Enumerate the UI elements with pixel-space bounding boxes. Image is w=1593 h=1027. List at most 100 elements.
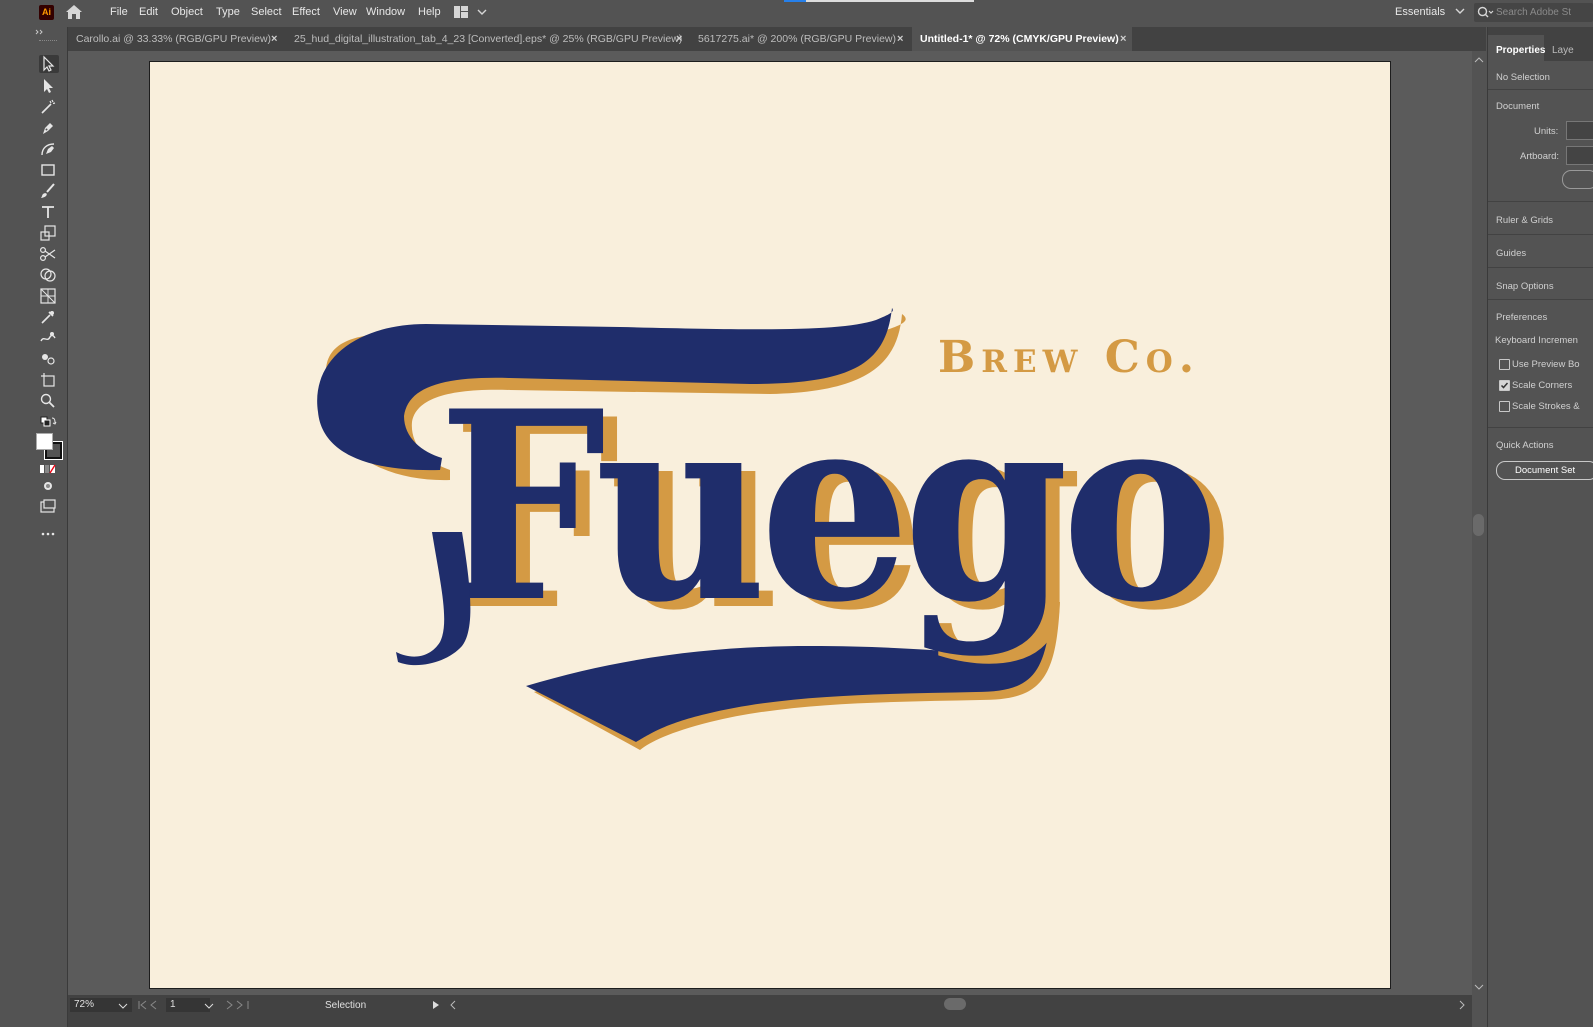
artboard-label: Artboard: [1520,151,1560,162]
scale-corners-checkbox[interactable] [1499,380,1510,391]
screen-mode-icon[interactable] [39,498,59,516]
blend-tool-icon[interactable] [39,329,59,347]
chevron-down-icon[interactable] [1472,983,1486,991]
tagline: Brew Co. [938,332,1200,383]
menu-bar: Ai File Edit Object Type Select Effect V… [0,0,1593,25]
scale-strokes-checkbox[interactable] [1499,401,1510,412]
use-preview-bounds-checkbox[interactable] [1499,359,1510,370]
menu-view[interactable]: View [333,6,357,18]
document-tabs: Carollo.ai @ 33.33% (RGB/GPU Preview) × … [68,27,1486,51]
shape-builder-tool-icon[interactable] [39,266,59,284]
rectangle-tool-icon[interactable] [39,161,59,179]
panel-grip[interactable] [39,40,57,43]
selection-status: No Selection [1496,72,1550,83]
artboard-tool-icon[interactable] [39,371,59,389]
panel-tabs: Properties Laye [1488,27,1593,61]
document-tab[interactable]: 25_hud_digital_illustration_tab_4_23 [Co… [286,27,690,51]
wordmark: Fuego [438,355,1213,660]
document-tab[interactable]: 5617275.ai* @ 200% (RGB/GPU Preview) × [690,27,912,51]
curvature-tool-icon[interactable] [39,140,59,158]
tab-label: Untitled-1* @ 72% (CMYK/GPU Preview) [920,33,1119,45]
scroll-thumb[interactable] [1473,514,1484,536]
units-dropdown[interactable] [1566,121,1593,140]
eyedropper-tool-icon[interactable] [39,308,59,326]
pen-tool-icon[interactable] [39,119,59,137]
quick-actions-section: Quick Actions [1496,440,1554,451]
color-mode-icon[interactable] [39,460,59,474]
document-tab[interactable]: Carollo.ai @ 33.33% (RGB/GPU Preview) × [68,27,286,51]
document-section-title: Document [1496,101,1540,112]
default-colors-icon[interactable] [39,415,59,433]
menu-window[interactable]: Window [366,6,405,18]
menu-effect[interactable]: Effect [292,6,320,18]
tab-properties-label: Properties [1496,45,1546,56]
first-prev-artboard-icon[interactable] [138,1000,164,1010]
more-tools-icon[interactable] [39,525,59,543]
draw-mode-icon[interactable] [39,477,59,495]
scroll-left-icon[interactable] [449,1000,457,1010]
snap-options-section[interactable]: Snap Options [1496,281,1554,292]
scroll-right-icon[interactable] [1458,1000,1466,1010]
edit-artboards-button[interactable] [1562,170,1593,189]
paintbrush-tool-icon[interactable] [39,182,59,200]
menu-edit[interactable]: Edit [139,6,158,18]
magic-wand-tool-icon[interactable] [39,98,59,116]
document-setup-label: Document Set [1515,465,1576,476]
progress-accent [784,0,806,2]
guides-section[interactable]: Guides [1496,248,1526,259]
current-tool-label: Selection [325,1000,367,1011]
units-label: Units: [1534,126,1559,137]
artboard-dropdown[interactable] [1566,146,1593,165]
tab-layers[interactable]: Laye [1552,45,1574,56]
play-icon[interactable] [432,1000,440,1010]
properties-panel: Properties Laye No Selection Document Un… [1487,27,1593,1027]
ruler-grids-section[interactable]: Ruler & Grids [1496,215,1553,226]
chevron-down-icon[interactable] [118,1002,128,1010]
workspace-switcher[interactable]: Essentials [1395,6,1466,18]
next-last-artboard-icon[interactable] [224,1000,250,1010]
artboard[interactable]: Fuego Fuego Brew Co. [149,61,1391,989]
zoom-tool-icon[interactable] [39,392,59,410]
close-icon[interactable]: × [897,27,903,51]
progress-line [784,0,974,2]
menu-select[interactable]: Select [251,6,282,18]
menu-file[interactable]: File [110,6,128,18]
tab-label: Carollo.ai @ 33.33% (RGB/GPU Preview) [76,33,272,45]
menu-object[interactable]: Object [171,6,203,18]
arrange-documents-icon[interactable] [454,5,488,22]
selection-tool-icon[interactable] [39,55,59,73]
search-icon [1477,6,1494,18]
chevron-up-icon[interactable] [1472,56,1486,64]
symbol-sprayer-tool-icon[interactable] [39,350,59,368]
scale-strokes-label: Scale Strokes & [1512,401,1580,412]
scale-tool-icon[interactable] [39,224,59,242]
tab-label: 5617275.ai* @ 200% (RGB/GPU Preview) [698,33,896,45]
type-tool-icon[interactable] [39,203,59,221]
app-logo: Ai [39,5,54,20]
direct-selection-tool-icon[interactable] [39,77,59,95]
menu-help[interactable]: Help [418,6,441,18]
fill-stroke-swatch[interactable] [36,433,63,460]
chevron-down-icon [1455,8,1465,14]
checkmark-icon [1500,382,1509,389]
search-input[interactable]: Search Adobe St [1474,3,1593,22]
preferences-section: Preferences [1496,312,1548,323]
workspace-label: Essentials [1395,6,1446,18]
status-bar: 72% 1 Selection [68,995,1472,1027]
chevron-down-icon[interactable] [204,1002,214,1010]
menu-type[interactable]: Type [216,6,240,18]
horizontal-scroll-thumb[interactable] [944,998,966,1010]
close-icon[interactable]: × [271,27,277,51]
vertical-scrollbar[interactable] [1472,51,1486,995]
document-tab-active[interactable]: Untitled-1* @ 72% (CMYK/GPU Preview) × [912,27,1132,51]
close-icon[interactable]: × [676,27,682,51]
collapse-panel-icon[interactable] [35,29,47,35]
canvas-area[interactable]: Fuego Fuego Brew Co. [68,51,1472,995]
document-setup-button[interactable]: Document Set [1496,461,1593,480]
scissors-tool-icon[interactable] [39,245,59,263]
perspective-grid-tool-icon[interactable] [39,287,59,305]
close-icon[interactable]: × [1120,27,1126,51]
home-icon[interactable] [65,4,83,20]
fuego-logo[interactable]: Fuego Fuego Brew Co. [150,62,1390,988]
tab-properties[interactable]: Properties [1488,35,1546,61]
